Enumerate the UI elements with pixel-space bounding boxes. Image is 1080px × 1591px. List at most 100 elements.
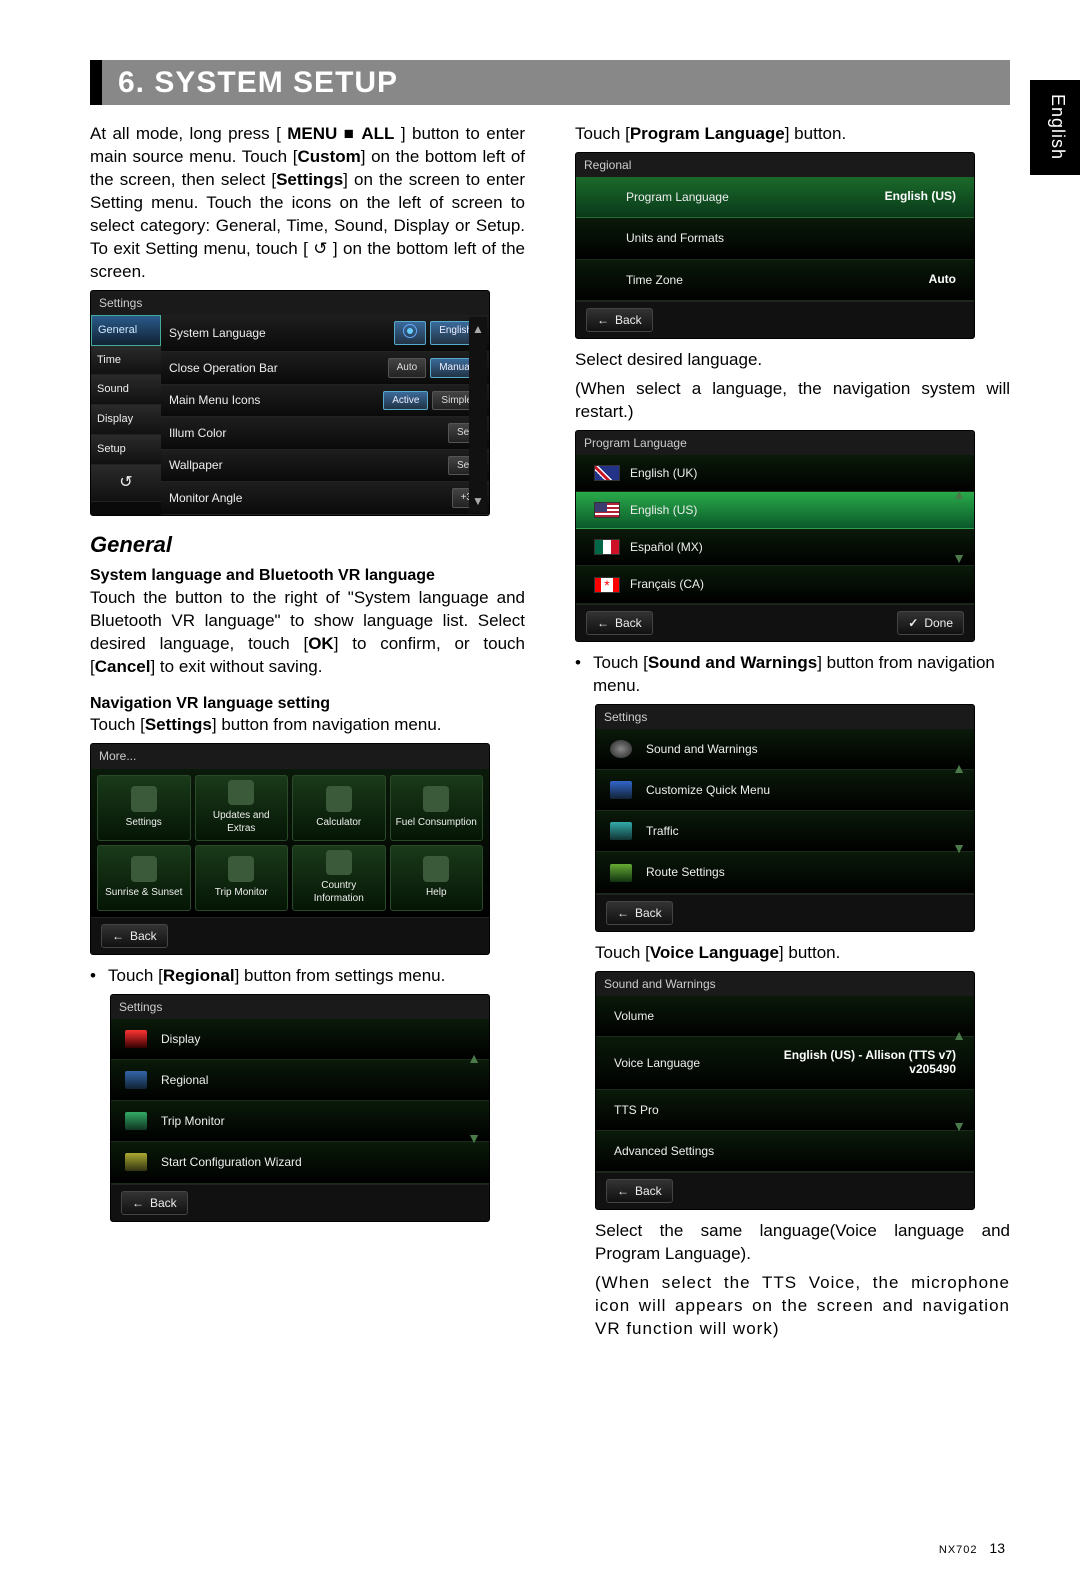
row-volume[interactable]: Volume [596,996,974,1037]
screenshot-settings-list-2: Settings Sound and Warnings Customize Qu… [595,704,975,932]
row-units-formats[interactable]: Units and Formats [576,218,974,259]
item-display[interactable]: Display [111,1019,489,1060]
btn-active[interactable]: Active [383,391,428,411]
screenshot-settings-general: Settings General Time Sound Display Setu… [90,290,490,516]
cell-updates[interactable]: Updates and Extras [195,775,289,841]
back-button[interactable]: Back [586,308,653,332]
screen-header: Settings [596,705,974,729]
section-title: 6. SYSTEM SETUP [90,60,398,105]
row-program-language[interactable]: Program LanguageEnglish (US) [576,177,974,218]
item-sound-warnings[interactable]: Sound and Warnings [596,729,974,770]
screenshot-more-menu: More... Settings Updates and Extras Calc… [90,743,490,954]
back-button[interactable]: Back [606,1179,673,1203]
tab-sound[interactable]: Sound [91,375,161,405]
item-customize-quick[interactable]: Customize Quick Menu [596,770,974,811]
right-column: Touch [Program Language] button. Regiona… [575,123,1010,1347]
page-footer: NX702 13 [939,1540,1005,1556]
flag-ca-icon [594,577,620,593]
scroll-arrows[interactable]: ▲▼ [948,485,970,568]
item-config-wizard[interactable]: Start Configuration Wizard [111,1142,489,1183]
trip-icon [125,1112,147,1130]
item-trip-monitor[interactable]: Trip Monitor [111,1101,489,1142]
cell-settings[interactable]: Settings [97,775,191,841]
nav-vr-paragraph: Touch [Settings] button from navigation … [90,714,525,737]
scroll-arrows[interactable]: ▲▼ [948,759,970,858]
touch-voice-language: Touch [Voice Language] button. [595,942,1010,965]
row-illum-color: Illum Color Set [161,417,489,450]
subhead-system-language: System language and Bluetooth VR languag… [90,565,525,587]
row-close-op-bar: Close Operation Bar AutoManual [161,352,489,385]
cell-help[interactable]: Help [390,845,484,911]
return-icon[interactable]: ↺ [91,465,161,502]
row-system-language: System Language English [161,315,489,353]
screenshot-settings-list: Settings Display Regional Trip Monitor S… [110,994,490,1222]
row-tts-pro[interactable]: TTS Pro [596,1090,974,1131]
grid-icon [610,781,632,799]
item-route-settings[interactable]: Route Settings [596,852,974,893]
lang-english-us[interactable]: English (US) [576,492,974,529]
back-button[interactable]: Back [121,1191,188,1215]
screenshot-regional: Regional Program LanguageEnglish (US) Un… [575,152,975,339]
bullet-sound-warnings: • Touch [Sound and Warnings] button from… [575,652,1010,698]
left-column: At all mode, long press [ MENU ■ ALL ] b… [90,123,525,1347]
lang-english-uk[interactable]: English (UK) [576,455,974,492]
screen-header: Settings [111,995,489,1019]
intro-paragraph: At all mode, long press [ MENU ■ ALL ] b… [90,123,525,284]
cell-country-info[interactable]: Country Information [292,845,386,911]
row-monitor-angle: Monitor Angle +3 [161,482,489,515]
touch-program-language: Touch [Program Language] button. [575,123,1010,146]
screenshot-sound-warnings: Sound and Warnings Volume Voice Language… [595,971,975,1211]
back-button[interactable]: Back [101,924,168,948]
flag-us-icon [594,502,620,518]
tab-time[interactable]: Time [91,346,161,376]
tab-general[interactable]: General [91,315,161,346]
traffic-icon [610,822,632,840]
screen-header: Settings [91,291,489,315]
section-title-bar: 6. SYSTEM SETUP [90,60,1010,105]
tab-display[interactable]: Display [91,405,161,435]
cell-sunrise[interactable]: Sunrise & Sunset [97,845,191,911]
bullet-regional: • Touch [Regional] button from settings … [90,965,525,988]
back-button[interactable]: Back [586,611,653,635]
scroll-arrows[interactable]: ▲▼ [948,1026,970,1136]
row-voice-language[interactable]: Voice LanguageEnglish (US) - Allison (TT… [596,1037,974,1090]
restart-note: (When select a language, the navigation … [575,378,1010,424]
item-regional[interactable]: Regional [111,1060,489,1101]
screen-header: More... [91,744,489,768]
flag-mx-icon [594,539,620,555]
row-time-zone[interactable]: Time ZoneAuto [576,260,974,301]
route-icon [610,864,632,882]
cell-calculator[interactable]: Calculator [292,775,386,841]
lang-french-ca[interactable]: Français (CA) [576,566,974,603]
screen-header: Regional [576,153,974,177]
row-advanced[interactable]: Advanced Settings [596,1131,974,1172]
back-button[interactable]: Back [606,901,673,925]
btn-auto[interactable]: Auto [388,358,427,378]
scroll-arrows[interactable]: ▲▼ [463,1049,485,1148]
subhead-nav-vr: Navigation VR language setting [90,693,525,715]
regional-icon [125,1071,147,1089]
tab-setup[interactable]: Setup [91,435,161,465]
radio-button[interactable] [394,321,426,346]
screen-header: Program Language [576,431,974,455]
screenshot-language-list: Program Language English (UK) English (U… [575,430,975,642]
done-button[interactable]: Done [897,611,964,635]
page-number: 13 [989,1540,1005,1556]
row-main-menu-icons: Main Menu Icons ActiveSimple [161,385,489,418]
heading-general: General [90,530,525,560]
select-language-text: Select desired language. [575,349,1010,372]
lang-spanish-mx[interactable]: Español (MX) [576,529,974,566]
display-icon [125,1030,147,1048]
cell-trip-monitor[interactable]: Trip Monitor [195,845,289,911]
tts-note: (When select the TTS Voice, the micropho… [595,1272,1010,1341]
row-wallpaper: Wallpaper Set [161,450,489,483]
sys-lang-paragraph: Touch the button to the right of "System… [90,587,525,679]
cell-fuel[interactable]: Fuel Consumption [390,775,484,841]
sound-icon [610,740,632,758]
same-language-text: Select the same language(Voice language … [595,1220,1010,1266]
wizard-icon [125,1153,147,1171]
item-traffic[interactable]: Traffic [596,811,974,852]
screen-header: Sound and Warnings [596,972,974,996]
flag-uk-icon [594,465,620,481]
scrollbar[interactable]: ▲▼ [469,317,487,513]
